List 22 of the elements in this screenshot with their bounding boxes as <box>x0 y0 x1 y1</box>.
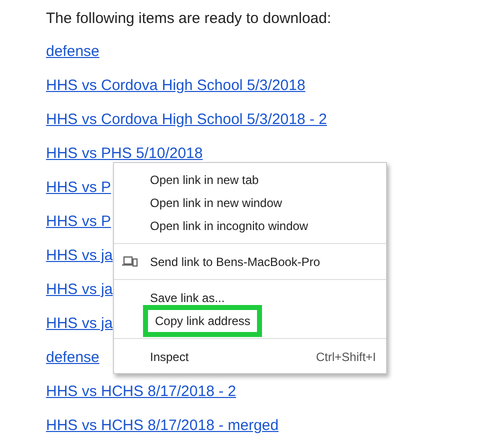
download-link[interactable]: HHS vs P <box>46 213 112 230</box>
menu-item[interactable]: Inspect <box>150 348 189 366</box>
download-link[interactable]: HHS vs ja <box>46 315 113 332</box>
download-link[interactable]: HHS vs Cordova High School 5/3/2018 - 2 <box>46 111 327 128</box>
download-link[interactable]: HHS vs HCHS 8/17/2018 - merged <box>46 417 279 434</box>
menu-item[interactable]: Open link in incognito window <box>150 216 308 234</box>
download-link[interactable]: HHS vs PHS 5/10/2018 <box>46 145 203 162</box>
download-link[interactable]: HHS vs Cordova High School 5/3/2018 <box>46 77 306 94</box>
download-link[interactable]: HHS vs P <box>46 179 112 196</box>
intro-text: The following items are ready to download: <box>46 9 332 29</box>
menu-item[interactable]: Open link in new window <box>150 194 282 212</box>
menu-item[interactable]: Send link to Bens-MacBook-Pro <box>150 252 320 270</box>
download-link[interactable]: defense <box>46 43 100 60</box>
shortcut-text: Ctrl+Shift+I <box>316 348 376 366</box>
download-link[interactable]: HHS vs HCHS 8/17/2018 - 2 <box>46 383 236 400</box>
menu-item[interactable]: Copy link address <box>143 304 262 336</box>
laptop-phone-icon <box>122 256 138 267</box>
download-link[interactable]: HHS vs ja <box>46 247 113 264</box>
download-link[interactable]: HHS vs ja <box>46 281 113 298</box>
menu-item[interactable]: Save link as... <box>150 288 225 306</box>
download-link[interactable]: defense <box>46 349 100 366</box>
menu-item[interactable]: Open link in new tab <box>150 170 259 188</box>
